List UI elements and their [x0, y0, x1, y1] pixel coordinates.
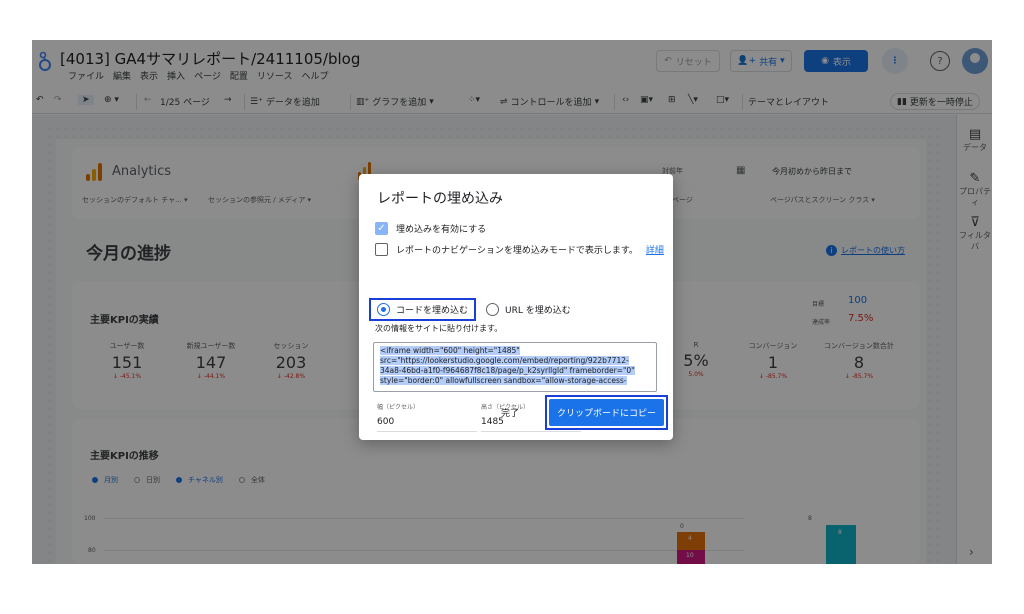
dialog-title: レポートの埋め込み — [377, 191, 503, 207]
embed-type-radio-group: コードを埋め込む URL を埋め込む — [369, 298, 571, 321]
paste-instruction: 次の情報をサイトに貼り付けます。 — [375, 324, 503, 333]
copy-to-clipboard-button[interactable]: クリップボードにコピー — [549, 399, 665, 426]
width-label: 幅（ピクセル） — [377, 404, 420, 411]
detail-link[interactable]: 詳細 — [646, 243, 664, 256]
enable-embed-label: 埋め込みを有効にする — [396, 225, 487, 235]
checkbox-checked-icon: ✓ — [375, 222, 388, 235]
show-nav-checkbox[interactable]: レポートのナビゲーションを埋め込みモードで表示します。 詳細 — [375, 243, 664, 256]
checkbox-empty-icon — [375, 243, 388, 256]
width-field[interactable]: 幅（ピクセル） 600 — [377, 402, 477, 432]
radio-empty-icon — [486, 303, 500, 316]
embed-code-radio[interactable]: コードを埋め込む — [369, 298, 477, 321]
embed-code-label: コードを埋め込む — [396, 306, 469, 316]
radio-selected-icon — [377, 303, 390, 316]
looker-studio-window: [4013] GA4サマリレポート/2411105/blog ファイル 編集 表… — [32, 40, 992, 564]
show-nav-label: レポートのナビゲーションを埋め込みモードで表示します。 — [396, 246, 638, 256]
enable-embed-checkbox[interactable]: ✓ 埋め込みを有効にする — [375, 222, 486, 235]
embed-url-radio[interactable]: URL を埋め込む — [486, 303, 571, 316]
embed-code-text: <iframe width="600" height="1485" src="h… — [380, 346, 635, 385]
copy-button-highlight: クリップボードにコピー — [545, 395, 669, 430]
embed-code-textarea[interactable]: <iframe width="600" height="1485" src="h… — [373, 342, 657, 392]
done-button[interactable]: 完了 — [501, 406, 519, 419]
embed-url-label: URL を埋め込む — [505, 306, 571, 316]
width-value: 600 — [377, 417, 395, 427]
embed-report-dialog: レポートの埋め込み ✓ 埋め込みを有効にする レポートのナビゲーションを埋め込み… — [359, 174, 673, 440]
